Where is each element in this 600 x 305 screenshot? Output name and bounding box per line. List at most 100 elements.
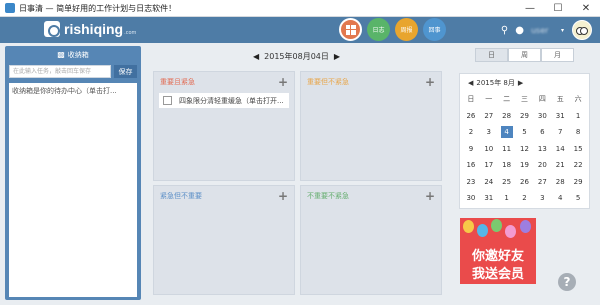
calendar-day[interactable]: 28 [498, 108, 516, 125]
calendar-day[interactable]: 2 [462, 124, 480, 141]
calendar-day[interactable]: 10 [480, 141, 498, 158]
calendar-header: ◀ 2015年 8月 ▶ [460, 74, 589, 91]
view-day-button[interactable]: 日 [475, 48, 508, 62]
calendar-day[interactable]: 3 [480, 124, 498, 141]
nav-reply-button[interactable]: 回事 [423, 18, 446, 41]
calendar-day[interactable]: 27 [480, 108, 498, 125]
weekday-label: 三 [520, 95, 528, 104]
prev-day-button[interactable]: ◀ [253, 52, 259, 61]
add-task-icon[interactable]: + [278, 189, 288, 203]
nav-home-button[interactable] [339, 18, 362, 41]
inbox-task-input[interactable]: 在此输入任务，敲击回车保存 [9, 65, 111, 78]
calendar-day[interactable]: 23 [462, 174, 480, 191]
calendar-day[interactable]: 20 [533, 157, 551, 174]
calendar-day[interactable]: 18 [498, 157, 516, 174]
next-day-button[interactable]: ▶ [334, 52, 340, 61]
calendar-day[interactable]: 16 [462, 157, 480, 174]
balloon-icon [463, 220, 474, 233]
calendar-day[interactable]: 26 [462, 108, 480, 125]
inbox-panel: ▩ 收纳箱 在此输入任务，敲击回车保存 保存 收纳箱是你的待办中心（单击打... [5, 46, 141, 300]
grid-icon [345, 24, 356, 35]
add-task-icon[interactable]: + [278, 75, 288, 89]
add-task-icon[interactable]: + [425, 75, 435, 89]
balloon-icon [520, 220, 531, 233]
quadrant-important-not-urgent: 重要但不紧急 + [300, 71, 442, 181]
search-icon[interactable]: ⚲ [501, 25, 508, 36]
calendar-day[interactable]: 22 [569, 157, 587, 174]
task-item[interactable]: 四象限分清轻重缓急（单击打开... [159, 93, 289, 108]
calendar-day[interactable]: 1 [498, 190, 516, 207]
view-month-button[interactable]: 月 [541, 48, 574, 62]
task-checkbox[interactable] [163, 96, 172, 105]
date-navigator: ◀ 2015年08月04日 ▶ [248, 51, 345, 62]
quadrant-urgent-not-important: 紧急但不重要 + [153, 185, 295, 295]
calendar-day[interactable]: 9 [462, 141, 480, 158]
chevron-down-icon[interactable]: ▾ [561, 27, 564, 34]
app-header: rishiqing .com 日志 周报 回事 ⚲ ● user ▾ [0, 17, 600, 43]
help-button[interactable]: ? [558, 273, 576, 291]
calendar-day[interactable]: 31 [480, 190, 498, 207]
inbox-input-row: 在此输入任务，敲击回车保存 保存 [5, 63, 141, 82]
quadrant-not-important-not-urgent: 不重要不紧急 + [300, 185, 442, 295]
window-title: 日事清 — 简单好用的工作计划与日志软件！ [19, 3, 177, 13]
avatar[interactable] [572, 20, 592, 40]
username[interactable]: user [531, 26, 559, 35]
quadrant-header: 紧急但不重要 + [154, 186, 294, 206]
window-controls: — ☐ ✕ [516, 0, 600, 17]
calendar-day[interactable]: 15 [569, 141, 587, 158]
calendar-day[interactable]: 13 [533, 141, 551, 158]
calendar-day[interactable]: 4 [551, 190, 569, 207]
calendar-day[interactable]: 5 [569, 190, 587, 207]
window-titlebar: 日事清 — 简单好用的工作计划与日志软件！ — ☐ ✕ [0, 0, 600, 17]
calendar-month: 2015年 8月 [476, 78, 515, 87]
calendar-day[interactable]: 12 [516, 141, 534, 158]
calendar-day[interactable]: 30 [533, 108, 551, 125]
calendar-day[interactable]: 31 [551, 108, 569, 125]
quadrant-important-urgent: 重要且紧急 + 四象限分清轻重缓急（单击打开... [153, 71, 295, 181]
next-month-button[interactable]: ▶ [518, 79, 523, 87]
view-week-button[interactable]: 周 [508, 48, 541, 62]
add-task-icon[interactable]: + [425, 189, 435, 203]
calendar-day[interactable]: 4 [498, 124, 516, 141]
calendar-day[interactable]: 3 [533, 190, 551, 207]
calendar-day[interactable]: 29 [569, 174, 587, 191]
maximize-button[interactable]: ☐ [544, 0, 572, 17]
calendar-day[interactable]: 1 [569, 108, 587, 125]
calendar-day[interactable]: 29 [516, 108, 534, 125]
calendar-day[interactable]: 8 [569, 124, 587, 141]
task-label: 四象限分清轻重缓急（单击打开... [179, 96, 284, 105]
calendar-grid: 日一二三四五六 26 27 28 29 30 31 1 2 3 4 5 6 7 8 9 10 11 12 13 14 15… [460, 91, 589, 207]
inbox-list[interactable]: 收纳箱是你的待办中心（单击打... [9, 83, 137, 297]
inbox-save-button[interactable]: 保存 [114, 65, 137, 78]
calendar-day[interactable]: 2 [516, 190, 534, 207]
nav-weekly-button[interactable]: 周报 [395, 18, 418, 41]
calendar-day[interactable]: 25 [498, 174, 516, 191]
view-switch: 日 周 月 [475, 48, 574, 62]
close-button[interactable]: ✕ [572, 0, 600, 17]
calendar-day[interactable]: 17 [480, 157, 498, 174]
logo-mark-icon [44, 21, 60, 37]
nav-log-button[interactable]: 日志 [367, 18, 390, 41]
calendar-day[interactable]: 19 [516, 157, 534, 174]
calendar-day[interactable]: 30 [462, 190, 480, 207]
banner-line1: 你邀好友 [471, 249, 524, 264]
calendar-day[interactable]: 27 [533, 174, 551, 191]
weekday-label: 一 [485, 95, 493, 104]
calendar-day[interactable]: 14 [551, 141, 569, 158]
prev-month-button[interactable]: ◀ [468, 79, 473, 87]
calendar-day[interactable]: 7 [551, 124, 569, 141]
calendar-day[interactable]: 28 [551, 174, 569, 191]
calendar-day[interactable]: 26 [516, 174, 534, 191]
logo[interactable]: rishiqing .com [44, 21, 136, 37]
quadrant-header: 重要但不紧急 + [301, 72, 441, 92]
mini-calendar: ◀ 2015年 8月 ▶ 日一二三四五六 26 27 28 29 30 31 1 2 3 4 5 6 7 8… [459, 73, 590, 209]
calendar-day[interactable]: 11 [498, 141, 516, 158]
bell-icon[interactable]: ● [515, 25, 524, 36]
minimize-button[interactable]: — [516, 0, 544, 17]
calendar-day[interactable]: 6 [533, 124, 551, 141]
calendar-day[interactable]: 21 [551, 157, 569, 174]
calendar-day[interactable]: 24 [480, 174, 498, 191]
promo-banner[interactable]: 你邀好友 我送会员 [460, 218, 536, 284]
logo-sub: .com [124, 30, 137, 36]
calendar-day[interactable]: 5 [516, 124, 534, 141]
